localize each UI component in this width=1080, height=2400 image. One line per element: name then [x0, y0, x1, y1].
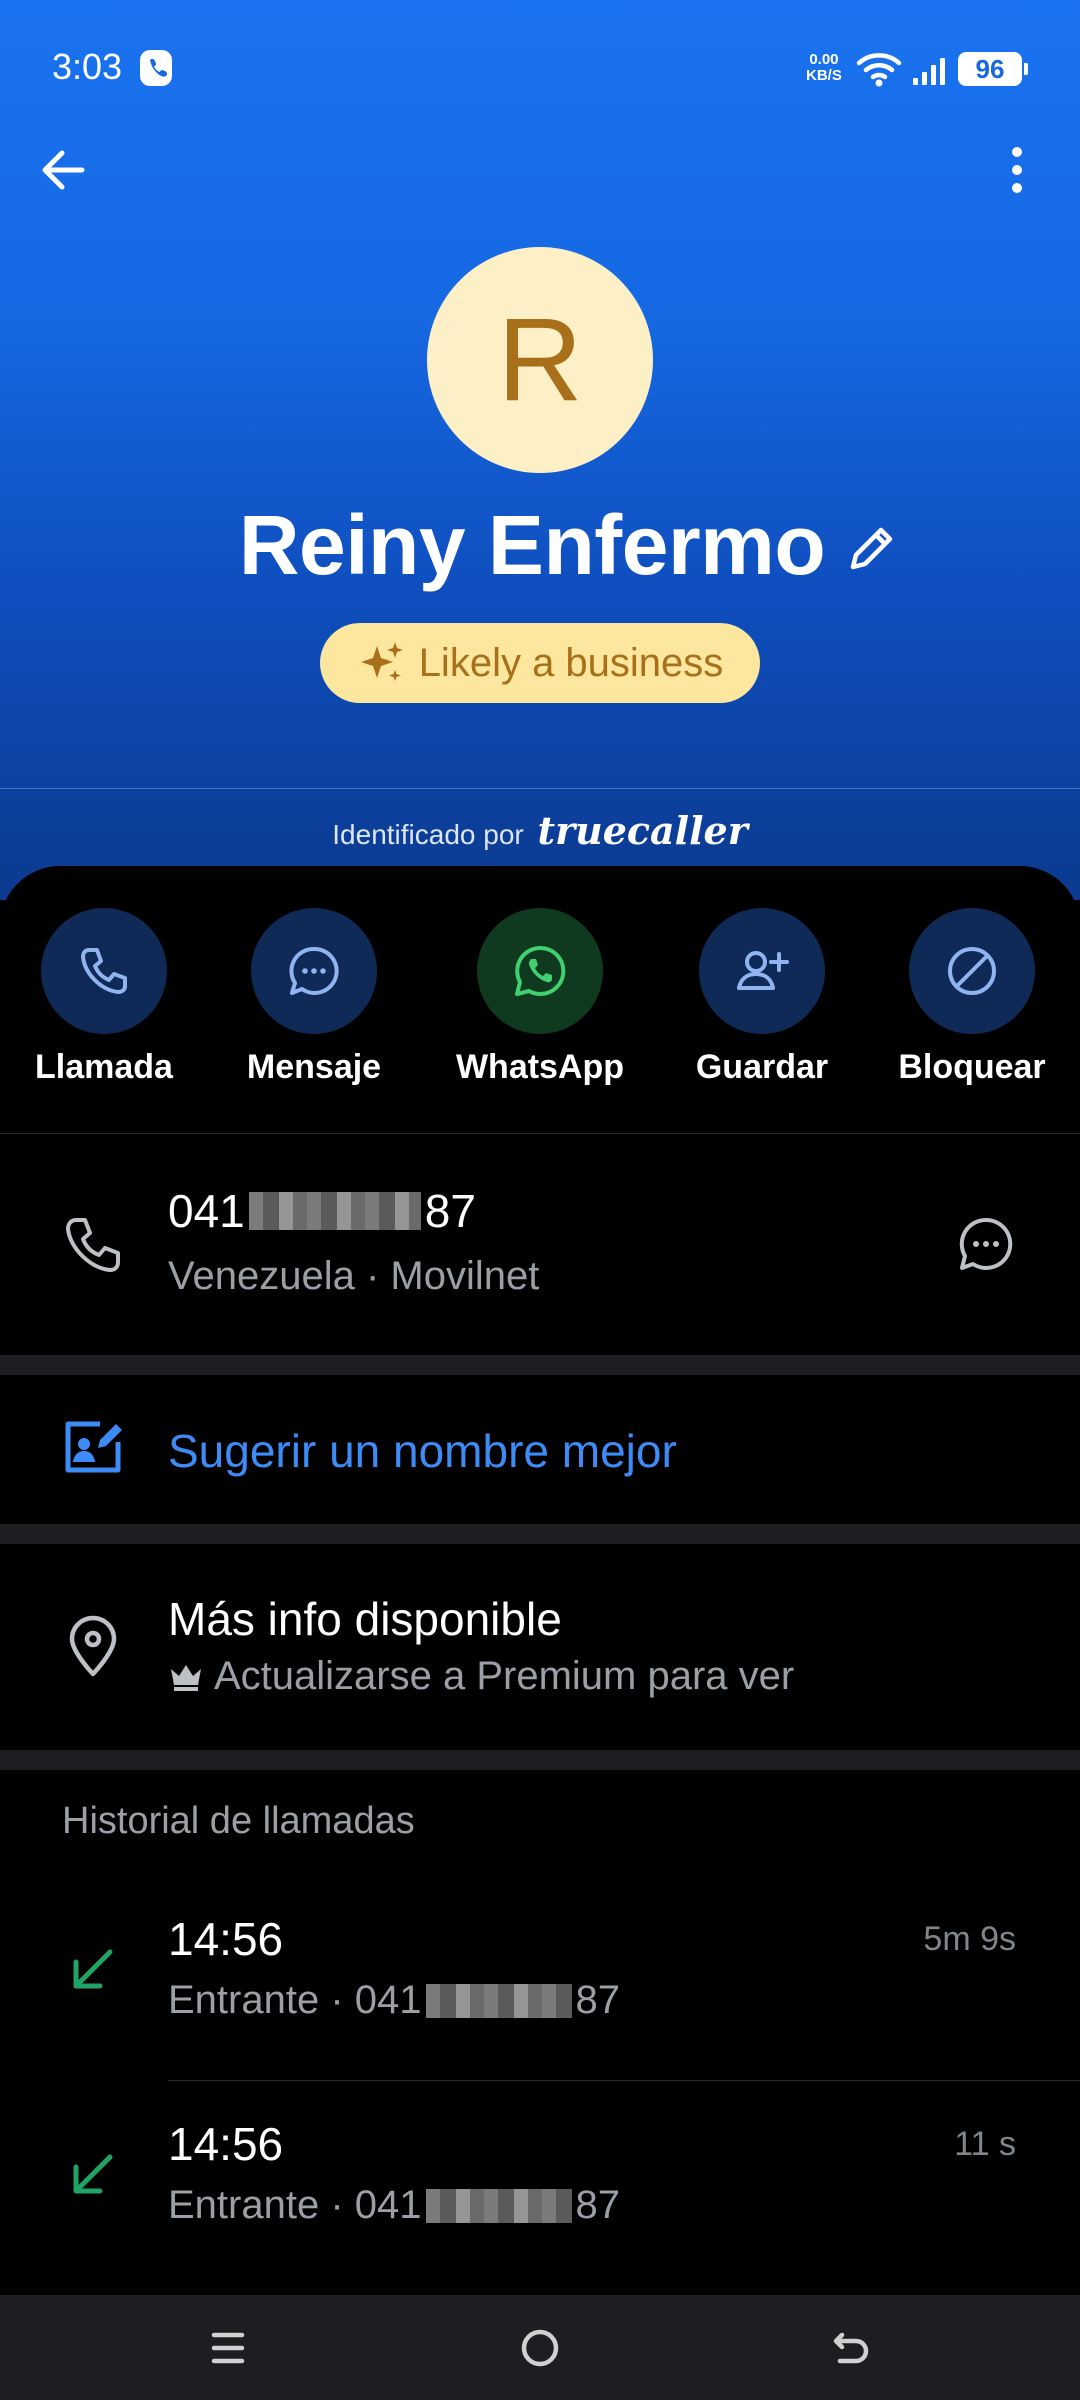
call-divider [168, 2080, 1080, 2081]
whatsapp-icon [515, 945, 566, 996]
redacted-digits [248, 1192, 421, 1230]
edit-pencil-icon[interactable] [843, 519, 901, 577]
section-divider [0, 1355, 1080, 1375]
section-divider [0, 1524, 1080, 1544]
carrier-info: Venezuela · Movilnet [168, 1254, 540, 1298]
back-nav-icon[interactable] [826, 2323, 876, 2373]
block-label: Bloquear [898, 1048, 1046, 1086]
call-history-item[interactable]: 14:56 Entrante · 041 87 11 s [0, 2083, 1080, 2283]
whatsapp-label: WhatsApp [455, 1048, 625, 1086]
signal-icon [913, 58, 945, 85]
location-pin-icon [69, 1615, 117, 1677]
call-detail: Entrante · 041 87 [168, 2183, 621, 2227]
call-number-suffix: 87 [575, 2183, 621, 2227]
phone-icon [81, 948, 127, 994]
identified-by-text: Identificado por [332, 819, 524, 850]
network-speed-unit: KB/S [806, 67, 842, 84]
action-buttons: Llamada Mensaje WhatsApp Guardar Bloquea… [0, 908, 1080, 1128]
message-button[interactable] [251, 908, 377, 1034]
call-type: Entrante [168, 2183, 320, 2227]
save-contact-button[interactable] [699, 908, 825, 1034]
message-action[interactable]: Mensaje [214, 908, 414, 1087]
block-action[interactable]: Bloquear [872, 908, 1072, 1087]
network-speed-value: 0.00 [809, 51, 839, 68]
send-message-icon[interactable] [956, 1214, 1016, 1274]
header-divider [0, 788, 1080, 789]
block-icon [948, 947, 996, 995]
call-detail: Entrante · 041 87 [168, 1978, 621, 2022]
truecaller-logo: truecaller [537, 808, 748, 853]
contact-name: Reiny Enfermo [238, 497, 826, 592]
phone-number: 041 87 [168, 1184, 476, 1238]
status-time: 3:03 [52, 46, 123, 87]
recent-apps-icon[interactable] [203, 2323, 253, 2373]
redacted-digits [425, 1983, 572, 2018]
add-contact-icon [737, 951, 789, 990]
back-arrow-icon[interactable] [34, 140, 94, 200]
call-history-title: Historial de llamadas [62, 1800, 415, 1842]
call-number-prefix: 041 [354, 1978, 422, 2022]
sparkle-icon [360, 642, 403, 681]
phone-icon [66, 1218, 120, 1272]
status-bar: 3:03 0.00 KB/S 96 [0, 0, 1080, 140]
home-icon[interactable] [515, 2323, 565, 2373]
call-duration: 5m 9s [923, 1920, 1016, 1958]
premium-prompt-text: Actualizarse a Premium para ver [214, 1654, 795, 1698]
likely-business-badge: Likely a business [320, 623, 760, 703]
save-action[interactable]: Guardar [662, 908, 862, 1087]
message-label: Mensaje [246, 1048, 382, 1086]
identified-by-line: Identificado por truecaller [0, 808, 1080, 853]
call-duration: 11 s [954, 2125, 1016, 2163]
more-options-icon[interactable] [990, 140, 1044, 200]
phone-prefix: 041 [168, 1185, 245, 1237]
network-speed: 0.00 KB/S [806, 52, 842, 84]
crown-icon [171, 1664, 201, 1691]
call-number-prefix: 041 [354, 2183, 422, 2227]
more-info-row[interactable]: Más info disponible Actualizarse a Premi… [0, 1544, 1080, 1750]
badge-label: Likely a business [418, 640, 724, 685]
premium-prompt: Actualizarse a Premium para ver [168, 1654, 794, 1699]
incoming-call-icon [73, 2154, 113, 2194]
incoming-call-icon [73, 1949, 113, 1989]
contact-name-row: Reiny Enfermo [0, 490, 1080, 600]
call-label: Llamada [35, 1048, 173, 1086]
call-history-item[interactable]: 14:56 Entrante · 041 87 5m 9s [0, 1878, 1080, 2078]
suggest-name-row[interactable]: Sugerir un nombre mejor [0, 1376, 1080, 1524]
system-navigation-bar [0, 2295, 1080, 2400]
more-info-title: Más info disponible [168, 1593, 562, 1645]
call-number-suffix: 87 [575, 1978, 621, 2022]
suggest-name-icon [65, 1421, 122, 1473]
wifi-icon [856, 53, 902, 87]
whatsapp-action[interactable]: WhatsApp [440, 908, 640, 1087]
battery-indicator: 96 [958, 52, 1028, 86]
redacted-digits [425, 2188, 572, 2223]
call-time: 14:56 [168, 2118, 284, 2170]
block-button[interactable] [909, 908, 1035, 1034]
avatar: R [427, 247, 653, 473]
message-icon [289, 946, 339, 995]
call-button[interactable] [41, 908, 167, 1034]
phone-suffix: 87 [424, 1185, 476, 1237]
truecaller-status-icon [140, 50, 172, 86]
call-time: 14:56 [168, 1913, 284, 1965]
section-divider [0, 1750, 1080, 1770]
suggest-name-link[interactable]: Sugerir un nombre mejor [168, 1424, 677, 1478]
save-label: Guardar [695, 1048, 829, 1086]
call-type: Entrante [168, 1978, 320, 2022]
whatsapp-button[interactable] [477, 908, 603, 1034]
phone-number-row[interactable]: 041 87 Venezuela · Movilnet [0, 1134, 1080, 1354]
call-action[interactable]: Llamada [4, 908, 204, 1087]
